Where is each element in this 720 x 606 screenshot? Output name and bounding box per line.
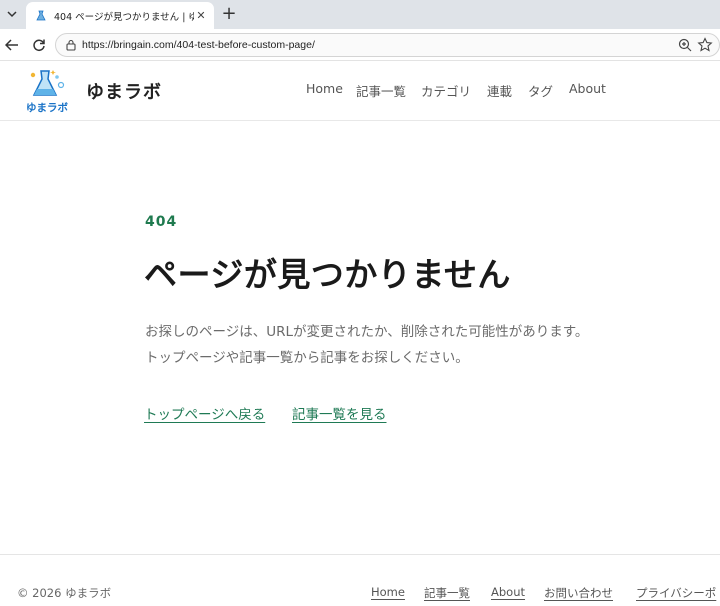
site-header: ゆまラボ ゆまラボ Home 記事一覧 カテゴリ 連載 タグ About — [0, 61, 720, 121]
address-bar[interactable]: https://bringain.com/404-test-before-cus… — [55, 33, 720, 57]
tab-list-chevron-icon[interactable] — [2, 4, 22, 24]
nav-about[interactable]: About — [569, 81, 606, 96]
description-line-1: お探しのページは、URLが変更されたか、削除された可能性があります。 — [145, 324, 589, 340]
site-favicon-icon — [34, 9, 48, 23]
site-info-lock-icon[interactable] — [64, 38, 78, 52]
bookmark-star-icon[interactable] — [697, 37, 713, 53]
back-to-top-link[interactable]: トップページへ戻る — [144, 403, 265, 423]
page-title: ページが見つかりません — [144, 255, 511, 294]
site-footer: © 2026 ゆまラボ Home 記事一覧 About お問い合わせ プライバシ… — [0, 554, 720, 606]
description-line-2: トップページや記事一覧から記事をお探しください。 — [145, 350, 469, 366]
nav-categories[interactable]: カテゴリ — [421, 81, 471, 100]
footer-link-home[interactable]: Home — [371, 585, 405, 599]
nav-home[interactable]: Home — [306, 81, 343, 96]
footer-link-about[interactable]: About — [491, 585, 525, 599]
nav-tags[interactable]: タグ — [528, 81, 553, 100]
footer-link-privacy[interactable]: プライバシーポ — [636, 585, 716, 601]
site-logo[interactable]: ゆまラボ — [24, 67, 70, 115]
footer-link-contact[interactable]: お問い合わせ — [544, 585, 613, 601]
error-description: お探しのページは、URLが変更されたか、削除された可能性があります。 トップペー… — [145, 319, 588, 371]
tab-close-icon[interactable]: ✕ — [194, 9, 208, 23]
back-arrow-icon[interactable] — [2, 35, 22, 55]
browser-tab-active[interactable]: 404 ページが見つかりません | ゆまラボ ✕ — [26, 2, 214, 29]
url-text: https://bringain.com/404-test-before-cus… — [82, 39, 315, 51]
browser-tab-bar: 404 ページが見つかりません | ゆまラボ ✕ + — [0, 0, 720, 29]
site-name[interactable]: ゆまラボ — [86, 78, 162, 104]
logo-text: ゆまラボ — [26, 101, 68, 114]
zoom-icon[interactable] — [677, 37, 693, 53]
browser-toolbar: https://bringain.com/404-test-before-cus… — [0, 29, 720, 61]
nav-articles[interactable]: 記事一覧 — [356, 81, 406, 100]
error-code: 404 — [145, 214, 178, 230]
copyright-text: © 2026 ゆまラボ — [17, 586, 112, 600]
view-articles-link[interactable]: 記事一覧を見る — [292, 403, 387, 423]
tab-title: 404 ページが見つかりません | ゆまラボ — [54, 11, 194, 23]
reload-icon[interactable] — [29, 35, 49, 55]
footer-link-articles[interactable]: 記事一覧 — [424, 585, 470, 601]
new-tab-plus-icon[interactable]: + — [219, 4, 239, 24]
nav-series[interactable]: 連載 — [487, 81, 512, 100]
